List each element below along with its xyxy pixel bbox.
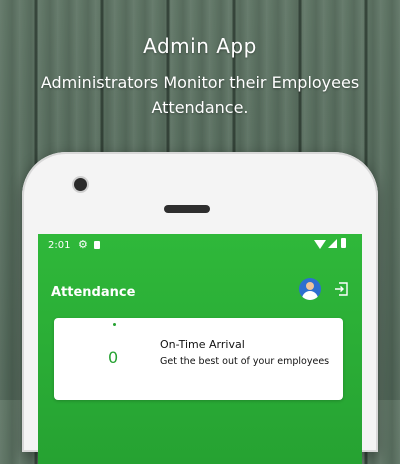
wifi-icon [314, 240, 326, 249]
promo-tagline: Administrators Monitor their Employees A… [40, 73, 360, 117]
avatar-head [306, 282, 314, 290]
signal-icon [328, 239, 337, 248]
earpiece-speaker [164, 205, 210, 213]
on-time-arrival-card[interactable]: 0 On-Time Arrival Get the best out of yo… [54, 318, 343, 400]
status-time: 2:01 [48, 240, 71, 251]
page-title: Attendance [51, 285, 136, 300]
phone-frame: 2:01 ⚙ Attendance 0 On-Time Arrival Get … [22, 152, 378, 464]
logout-icon[interactable] [334, 282, 348, 296]
promo-title: Admin App [143, 34, 257, 58]
card-indicator-dot [113, 323, 116, 326]
sd-card-icon [94, 241, 100, 249]
status-bar: 2:01 ⚙ [38, 234, 362, 256]
app-screen: 2:01 ⚙ Attendance 0 On-Time Arrival Get … [38, 234, 362, 464]
gear-icon: ⚙ [78, 238, 88, 251]
front-camera [74, 178, 87, 191]
card-description: Get the best out of your employees [160, 356, 330, 367]
avatar-body [302, 291, 318, 300]
avatar[interactable] [299, 278, 321, 300]
card-title: On-Time Arrival [160, 338, 245, 351]
card-count: 0 [108, 348, 119, 367]
battery-icon [341, 238, 346, 248]
